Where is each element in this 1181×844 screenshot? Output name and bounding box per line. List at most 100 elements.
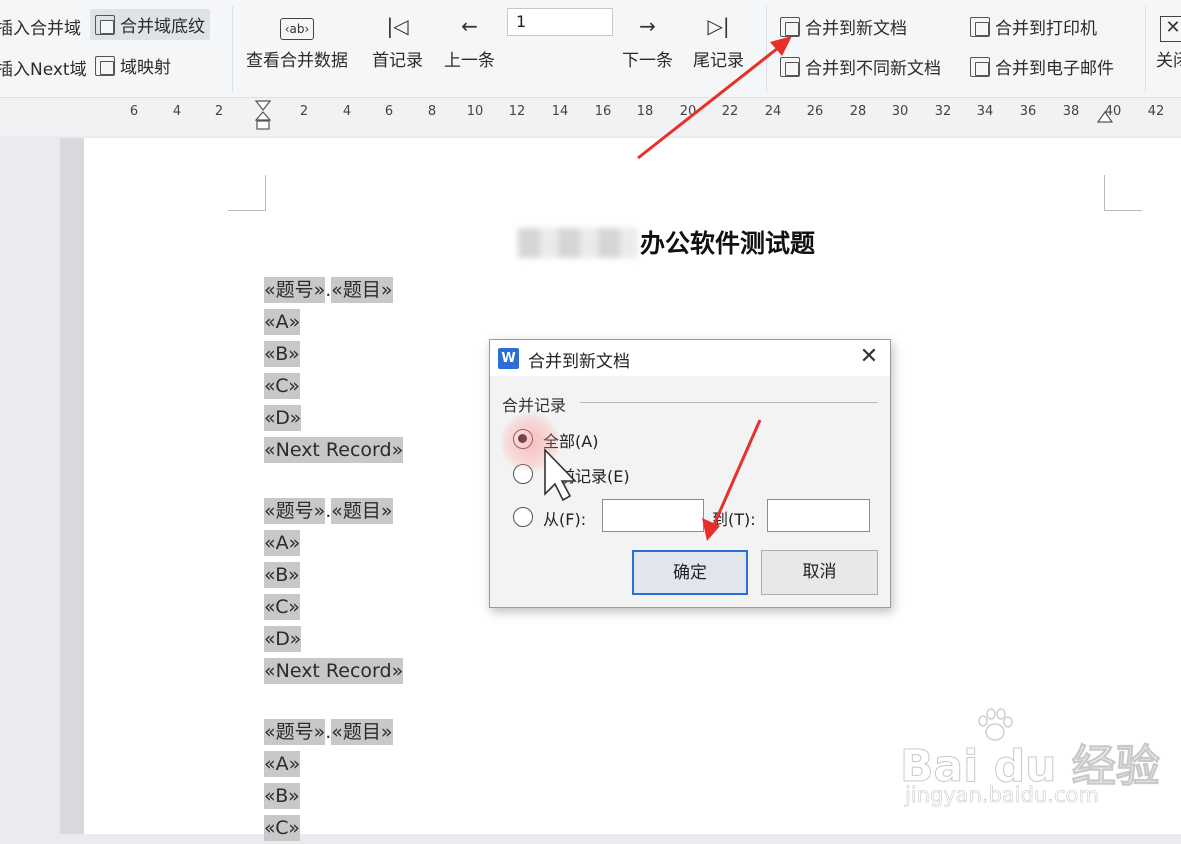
horizontal-ruler[interactable]: 6 4 2 2 4 6 8 10 12 14 16 18 20 22 24 26… [0,98,1181,136]
merge-to-new-doc-dialog: W 合并到新文档 ✕ 合并记录 全部(A) 当前记录(E) 从(F): 到(T)… [489,339,891,608]
merge-field[interactable]: «题目» [331,277,393,303]
merge-field[interactable]: «题目» [331,498,393,524]
question-line: «题号».«题目» [264,498,393,524]
radio-current-record-label[interactable]: 当前记录(E) [543,463,630,487]
merge-to-new-doc-button[interactable]: 合并到新文档 [780,14,907,39]
email-icon [970,56,990,77]
merge-to-different-new-docs-button[interactable]: 合并到不同新文档 [780,54,941,79]
ruler-tick: 20 [679,104,697,119]
first-record-button[interactable]: |◁ 首记录 [372,6,423,71]
margin-corner-mark [1104,175,1142,211]
next-record-field[interactable]: «Next Record» [264,658,404,684]
ruler-tick: 6 [129,104,139,119]
merge-field[interactable]: «B» [264,783,300,809]
merge-field[interactable]: «题号» [264,498,326,524]
ruler-tick: 32 [934,104,952,119]
ruler-tick: 24 [764,104,782,119]
merge-field[interactable]: «C» [264,815,300,841]
merge-field[interactable]: «题目» [331,719,393,745]
document-title: 办公软件测试题 [640,229,816,258]
from-input[interactable] [602,499,704,532]
watermark-url: jingyan.baidu.com [905,783,1099,808]
merge-field[interactable]: «D» [264,626,302,652]
close-box-icon: ✕ [1156,6,1181,46]
documents-icon [780,56,800,77]
wps-writer-logo-icon: W [498,348,519,369]
left-indent-marker[interactable] [255,100,271,130]
radio-from[interactable] [513,507,533,527]
view-merged-data-button[interactable]: ‹ab› 查看合并数据 [246,6,348,71]
merge-field[interactable]: «题号» [264,719,326,745]
ribbon-divider [766,6,767,92]
to-label: 到(T): [712,510,756,529]
ruler-tick: 2 [299,104,309,119]
record-number-input[interactable]: 1 [507,8,613,36]
merge-field[interactable]: «题号» [264,277,326,303]
first-record-icon: |◁ [386,14,409,38]
question-line: «题号».«题目» [264,277,393,303]
view-merged-data-icon: ‹ab› [246,6,348,46]
ruler-tick: 28 [849,104,867,119]
merge-field[interactable]: «D» [264,405,302,431]
ruler-tick: 38 [1062,104,1080,119]
merge-field-shading-button[interactable]: 合并域底纹 [90,9,210,40]
ruler-tick: 10 [466,104,484,119]
merge-field[interactable]: «A» [264,751,301,777]
click-highlight [500,412,560,472]
ruler-tick: 6 [384,104,394,119]
new-document-icon [780,16,800,37]
merge-field[interactable]: «A» [264,309,301,335]
ruler-tick: 8 [427,104,437,119]
prev-record-button[interactable]: ← 上一条 [444,6,495,71]
ok-button[interactable]: 确定 [632,550,748,595]
from-label: 从(F): [543,510,587,529]
ruler-tick: 18 [636,104,654,119]
merge-field[interactable]: «B» [264,341,300,367]
field-mapping-icon [95,55,115,76]
ruler-tick: 26 [806,104,824,119]
next-record-field[interactable]: «Next Record» [264,437,404,463]
ribbon-divider [232,6,233,92]
merge-field[interactable]: «A» [264,530,301,556]
last-record-button[interactable]: ▷| 尾记录 [693,6,744,71]
ribbon-divider [1145,6,1146,92]
right-indent-marker[interactable] [1097,110,1113,126]
field-shading-icon [95,14,115,35]
insert-merge-field-button[interactable]: 插入合并域 [0,14,81,39]
group-divider [580,402,878,403]
merge-field[interactable]: «B» [264,562,300,588]
dialog-title: 合并到新文档 [528,352,630,372]
to-input[interactable] [767,499,870,532]
ruler-tick: 4 [342,104,352,119]
merge-field[interactable]: «C» [264,594,300,620]
ruler-tick: 4 [172,104,182,119]
field-mapping-button[interactable]: 域映射 [95,53,171,78]
ribbon-toolbar: 插入合并域 合并域底纹 插入Next域 域映射 ‹ab› 查看合并数据 |◁ 首… [0,0,1181,98]
merge-fields-list: «题号».«题目» «A» «B» «C» «D» «Next Record» … [264,274,404,844]
ruler-tick: 2 [214,104,224,119]
ruler-tick: 36 [1019,104,1037,119]
merge-to-printer-button[interactable]: 合并到打印机 [970,14,1097,39]
next-record-button[interactable]: → 下一条 [622,6,673,71]
question-line: «题号».«题目» [264,719,393,745]
close-mail-merge-button[interactable]: ✕ 关闭 [1156,6,1181,71]
merge-field[interactable]: «C» [264,373,300,399]
ruler-tick: 14 [551,104,569,119]
left-arrow-icon: ← [461,14,478,38]
close-icon[interactable]: ✕ [856,344,882,370]
ruler-tick: 16 [594,104,612,119]
cancel-button[interactable]: 取消 [761,550,878,595]
last-record-icon: ▷| [707,14,730,38]
page-background [60,138,84,834]
ruler-tick: 42 [1147,104,1165,119]
printer-icon [970,16,990,37]
ruler-tick: 34 [976,104,994,119]
ruler-tick: 22 [721,104,739,119]
merge-to-email-button[interactable]: 合并到电子邮件 [970,54,1114,79]
right-arrow-icon: → [639,14,656,38]
dialog-titlebar[interactable]: W 合并到新文档 ✕ [490,340,890,376]
ruler-tick: 30 [891,104,909,119]
ruler-tick: 12 [508,104,526,119]
margin-corner-mark [228,175,266,211]
insert-next-field-button[interactable]: 插入Next域 [0,55,87,80]
